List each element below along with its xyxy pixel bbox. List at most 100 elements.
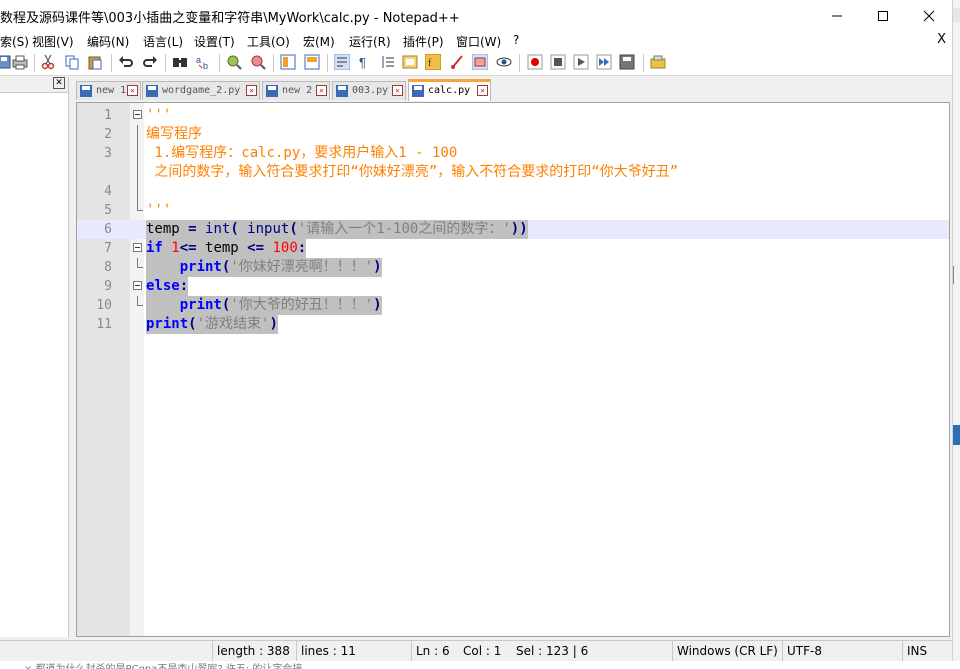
code-token: if — [146, 240, 163, 256]
tab-calc-py[interactable]: calc.py ✕ — [408, 79, 491, 101]
save-all-icon[interactable] — [0, 54, 12, 70]
menu-run[interactable]: 运行(R) — [349, 33, 391, 50]
tab-wordgame-2[interactable]: wordgame_2.py ✕ — [142, 81, 260, 100]
monitoring-icon[interactable] — [472, 54, 488, 70]
code-line[interactable]: 1 ''' — [77, 106, 949, 125]
code-text: ''' — [146, 106, 171, 125]
play-macro-icon[interactable] — [573, 54, 589, 70]
code-text: print('游戏结束') — [146, 315, 278, 334]
line-number: 2 — [104, 127, 112, 142]
menu-view[interactable]: 视图(V) — [32, 33, 74, 50]
eye-icon[interactable] — [496, 54, 512, 70]
code-token: 编写程序 — [146, 126, 202, 142]
file-saved-icon — [266, 85, 278, 97]
code-token: ''' — [146, 202, 172, 218]
code-line[interactable]: 3 1.编写程序：calc.py，要求用户输入1 - 100 — [77, 144, 949, 163]
close-window-button[interactable] — [906, 0, 952, 31]
tab-close-icon[interactable]: ✕ — [127, 85, 138, 96]
code-line[interactable]: 10 print('你大爷的好丑！！！') — [77, 296, 949, 315]
code-line[interactable]: 之间的数字，输入符合要求打印“你妹好漂亮”，输入不符合要求的打印“你大爷好丑” — [77, 163, 949, 182]
side-panel-close-button[interactable]: ✕ — [53, 77, 65, 89]
code-line[interactable]: 5 ''' — [77, 201, 949, 220]
replace-icon[interactable]: ab — [196, 54, 212, 70]
tab-close-icon[interactable]: ✕ — [477, 85, 488, 96]
tab-close-icon[interactable]: ✕ — [392, 85, 403, 96]
code-token: ) — [269, 316, 278, 332]
menu-encoding[interactable]: 编码(N) — [87, 33, 129, 50]
tab-new-2[interactable]: new 2 ✕ — [262, 81, 330, 100]
record-macro-icon[interactable] — [527, 54, 543, 70]
menu-macro[interactable]: 宏(M) — [303, 33, 335, 50]
zoom-out-icon[interactable] — [250, 54, 266, 70]
stop-record-icon[interactable] — [550, 54, 566, 70]
window-controls — [814, 0, 952, 31]
taskbar-snippet: × 都道为什么封杀的是PCgpa不是杏山翠呢? 许五: 的让字会接 — [0, 661, 960, 669]
code-token: else — [146, 278, 180, 294]
toolbar-separator — [111, 54, 112, 72]
minimize-button[interactable] — [814, 0, 860, 31]
doc-map-icon[interactable] — [402, 54, 418, 70]
code-text: 之间的数字，输入符合要求打印“你妹好漂亮”，输入不符合要求的打印“你大爷好丑” — [146, 163, 678, 182]
code-line[interactable]: 7 if 1<= temp <= 100: — [77, 239, 949, 258]
status-eol[interactable]: Windows (CR LF) — [672, 641, 781, 662]
status-encoding[interactable]: UTF-8 — [782, 641, 901, 662]
code-token: 之间的数字，输入符合要求打印“你妹好漂亮”，输入不符合要求的打印“你大爷好丑” — [146, 164, 679, 180]
fold-toggle-icon[interactable] — [133, 110, 142, 119]
code-token: ) — [373, 259, 382, 275]
file-saved-icon — [336, 85, 348, 97]
sync-vertical-icon[interactable] — [280, 54, 296, 70]
code-line[interactable]: 6 temp = int( input('请输入一个1-100之间的数字：')) — [77, 220, 949, 239]
code-token: '你妹好漂亮啊！！！' — [230, 259, 374, 275]
print-icon[interactable] — [12, 54, 28, 70]
zoom-in-icon[interactable] — [226, 54, 242, 70]
menu-search[interactable]: 索(S) — [0, 33, 29, 50]
code-line[interactable]: 4 — [77, 182, 949, 201]
menu-tools[interactable]: 工具(O) — [247, 33, 290, 50]
background-window-divider — [953, 266, 954, 284]
fold-toggle-icon[interactable] — [133, 281, 142, 290]
code-line[interactable]: 8 print('你妹好漂亮啊！！！') — [77, 258, 949, 277]
folder-workspace-icon[interactable] — [449, 54, 465, 70]
tab-new-1[interactable]: new 1 ✕ — [76, 81, 141, 100]
menu-plugins[interactable]: 插件(P) — [403, 33, 444, 50]
code-token: '你大爷的好丑！！！' — [230, 297, 374, 313]
function-list-icon[interactable]: f — [425, 54, 441, 70]
run-macro-multiple-icon[interactable] — [596, 54, 612, 70]
tab-close-icon[interactable]: ✕ — [246, 85, 257, 96]
tab-close-icon[interactable]: ✕ — [316, 85, 327, 96]
line-number: 9 — [104, 279, 112, 294]
copy-icon[interactable] — [64, 54, 80, 70]
plugin-icon[interactable] — [650, 54, 666, 70]
paste-icon[interactable] — [87, 54, 103, 70]
undo-icon[interactable] — [118, 54, 134, 70]
code-line[interactable]: 9 else: — [77, 277, 949, 296]
status-bar: length : 388 lines : 11 Ln : 6 Col : 1 S… — [0, 640, 952, 662]
find-icon[interactable] — [172, 54, 188, 70]
code-editor[interactable]: 1 ''' 2 编写程序 3 1.编写程序：calc.py，要求用户输入1 - 100 … — [76, 102, 950, 637]
window-title: 数程及源码课件等\003小插曲之变量和字符串\MyWork\calc.py - … — [0, 11, 460, 26]
tab-003-py[interactable]: 003.py ✕ — [332, 81, 406, 100]
code-token: '请输入一个1-100之间的数字：' — [297, 221, 511, 237]
code-token: : — [297, 240, 307, 256]
fold-guide — [137, 144, 138, 163]
code-token: 1.编写程序：calc.py，要求用户输入1 - 100 — [146, 145, 458, 161]
sync-horizontal-icon[interactable] — [304, 54, 320, 70]
fold-toggle-icon[interactable] — [133, 243, 142, 252]
close-document-button[interactable]: X — [937, 32, 946, 47]
status-insert-mode: INS — [902, 641, 952, 662]
code-line[interactable]: 2 编写程序 — [77, 125, 949, 144]
word-wrap-icon[interactable] — [334, 54, 350, 70]
cut-icon[interactable] — [40, 54, 56, 70]
maximize-button[interactable] — [860, 0, 906, 31]
save-macro-icon[interactable] — [619, 54, 635, 70]
menu-settings[interactable]: 设置(T) — [194, 33, 235, 50]
redo-icon[interactable] — [142, 54, 158, 70]
line-number: 8 — [104, 260, 112, 275]
menu-window[interactable]: 窗口(W) — [456, 33, 501, 50]
menu-language[interactable]: 语言(L) — [143, 33, 183, 50]
menu-help[interactable]: ? — [513, 33, 519, 47]
indent-guide-icon[interactable] — [380, 54, 396, 70]
show-all-chars-icon[interactable]: ¶ — [356, 54, 372, 70]
code-line[interactable]: 11 print('游戏结束') — [77, 315, 949, 334]
